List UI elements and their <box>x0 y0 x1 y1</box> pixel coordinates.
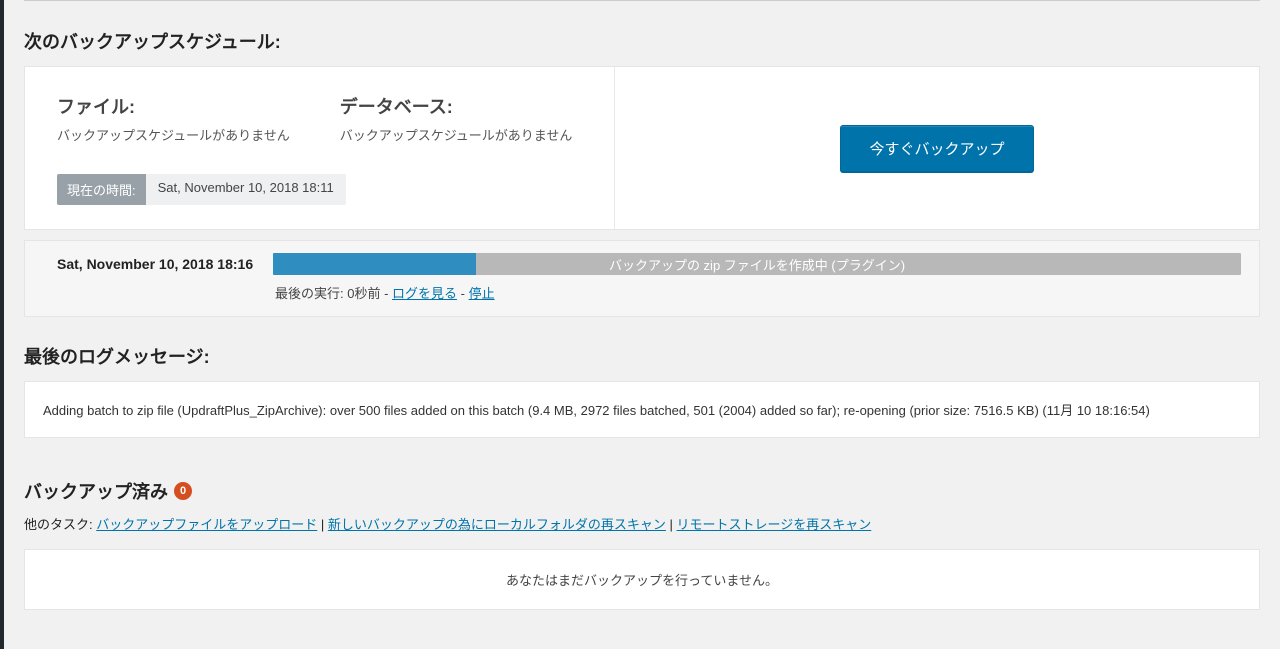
last-log-panel: Adding batch to zip file (UpdraftPlus_Zi… <box>24 381 1260 438</box>
sep2: | <box>670 517 677 532</box>
rescan-remote-link[interactable]: リモートストレージを再スキャン <box>677 517 872 532</box>
progress-timestamp: Sat, November 10, 2018 18:16 <box>43 256 257 272</box>
progress-row: Sat, November 10, 2018 18:16 バックアップの zip… <box>43 253 1241 275</box>
stop-link[interactable]: 停止 <box>469 286 495 301</box>
schedule-database-col: データベース: バックアップスケジュールがありません <box>340 93 573 144</box>
current-time-row: 現在の時間: Sat, November 10, 2018 18:11 <box>57 174 582 205</box>
last-log-title: 最後のログメッセージ: <box>24 343 1260 369</box>
current-time-label: 現在の時間: <box>57 174 146 205</box>
progress-substatus: 最後の実行: 0秒前 - ログを見る - 停止 <box>275 283 1241 302</box>
schedule-files-status: バックアップスケジュールがありません <box>57 125 290 144</box>
tab-bar-edge <box>24 0 1260 2</box>
view-log-link[interactable]: ログを見る <box>392 286 457 301</box>
schedule-database-status: バックアップスケジュールがありません <box>340 125 573 144</box>
schedule-database-heading: データベース: <box>340 93 573 119</box>
progress-sub-sep: - <box>457 286 469 301</box>
schedule-right: 今すぐバックアップ <box>615 67 1259 229</box>
current-time-value: Sat, November 10, 2018 18:11 <box>146 174 346 205</box>
backups-title-row: バックアップ済み 0 <box>24 478 1260 504</box>
progress-bar-label: バックアップの zip ファイルを作成中 (プラグイン) <box>273 253 1241 275</box>
backups-count-badge: 0 <box>174 482 192 500</box>
other-tasks-label: 他のタスク: <box>24 517 96 532</box>
progress-sub-prefix: 最後の実行: 0秒前 - <box>275 286 392 301</box>
schedule-section-title: 次のバックアップスケジュール: <box>24 28 1260 54</box>
progress-panel: Sat, November 10, 2018 18:16 バックアップの zip… <box>24 240 1260 317</box>
progress-bar: バックアップの zip ファイルを作成中 (プラグイン) <box>273 253 1241 275</box>
backup-now-button[interactable]: 今すぐバックアップ <box>840 125 1033 172</box>
schedule-left: ファイル: バックアップスケジュールがありません データベース: バックアップス… <box>25 67 615 229</box>
sep1: | <box>321 517 328 532</box>
schedule-files-heading: ファイル: <box>57 93 290 119</box>
last-log-message: Adding batch to zip file (UpdraftPlus_Zi… <box>43 403 1150 418</box>
upload-backup-link[interactable]: バックアップファイルをアップロード <box>96 517 317 532</box>
wp-admin-sidebar-stub <box>0 0 4 649</box>
other-tasks-row: 他のタスク: バックアップファイルをアップロード | 新しいバックアップの為にロ… <box>24 514 1260 533</box>
rescan-local-link[interactable]: 新しいバックアップの為にローカルフォルダの再スキャン <box>328 517 666 532</box>
backups-title: バックアップ済み <box>24 478 168 504</box>
backups-empty-panel: あなたはまだバックアップを行っていません。 <box>24 549 1260 610</box>
schedule-files-col: ファイル: バックアップスケジュールがありません <box>57 93 290 144</box>
main-content: 次のバックアップスケジュール: ファイル: バックアップスケジュールがありません… <box>4 0 1280 630</box>
schedule-panel: ファイル: バックアップスケジュールがありません データベース: バックアップス… <box>24 66 1260 230</box>
backups-empty-text: あなたはまだバックアップを行っていません。 <box>506 573 778 588</box>
